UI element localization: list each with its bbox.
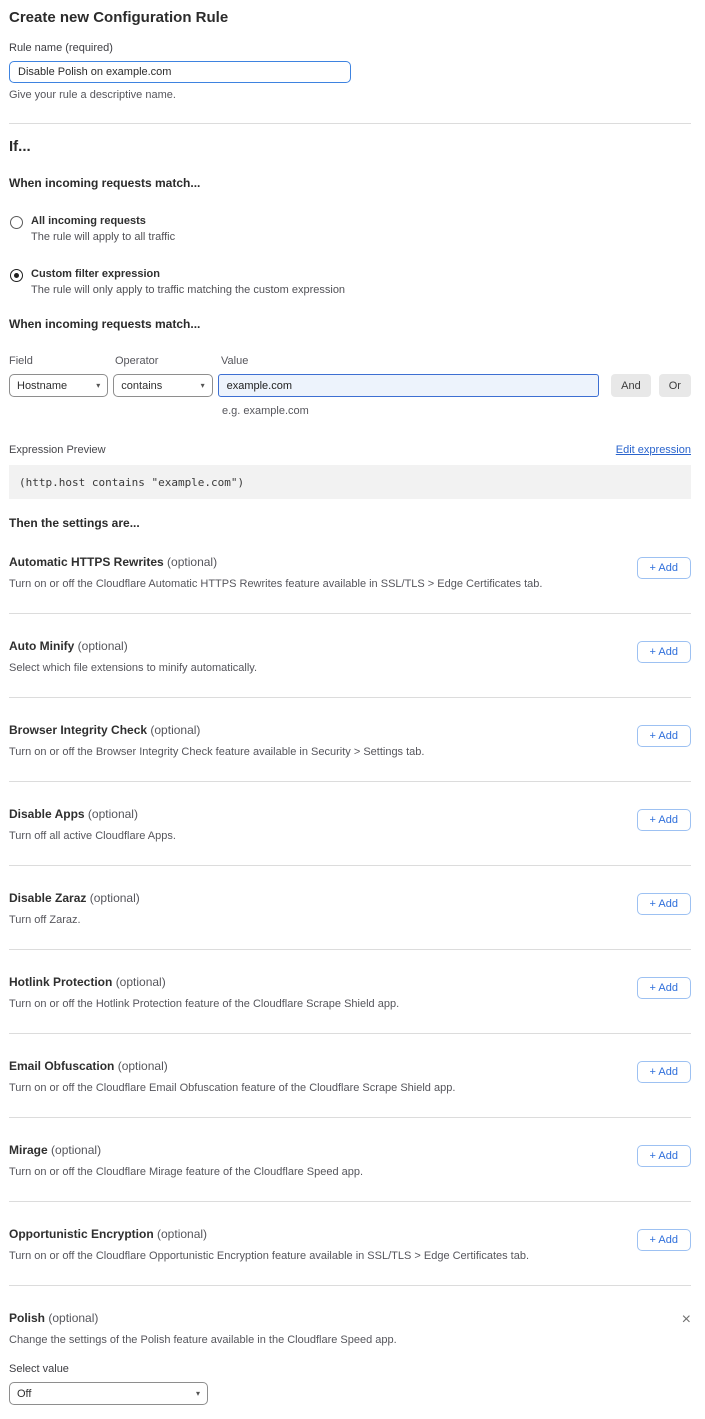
and-button[interactable]: And: [611, 374, 651, 397]
expression-preview-label: Expression Preview: [9, 444, 106, 456]
add-button[interactable]: + Add: [637, 893, 691, 915]
optional-suffix: (optional): [51, 1143, 101, 1157]
setting-row-browser-integrity-check: Browser Integrity Check (optional) Turn …: [9, 698, 691, 782]
then-settings-heading: Then the settings are...: [9, 516, 691, 530]
setting-row-disable-apps: Disable Apps (optional) Turn off all act…: [9, 782, 691, 866]
setting-description: Turn off all active Cloudflare Apps.: [9, 830, 176, 842]
rule-name-input[interactable]: [9, 61, 351, 83]
setting-row-email-obfuscation: Email Obfuscation (optional) Turn on or …: [9, 1034, 691, 1118]
setting-title: Automatic HTTPS Rewrites: [9, 555, 164, 569]
setting-row-auto-minify: Auto Minify (optional) Select which file…: [9, 614, 691, 698]
setting-description: Turn on or off the Browser Integrity Che…: [9, 746, 424, 758]
field-select[interactable]: Hostname ▾: [9, 374, 108, 397]
polish-value-select[interactable]: Off ▾: [9, 1382, 208, 1405]
select-value-label: Select value: [9, 1363, 682, 1375]
or-button[interactable]: Or: [659, 374, 691, 397]
chevron-down-icon: ▾: [201, 381, 205, 390]
rule-name-help: Give your rule a descriptive name.: [9, 89, 691, 101]
setting-row-opportunistic-encryption: Opportunistic Encryption (optional) Turn…: [9, 1202, 691, 1286]
operator-label: Operator: [115, 355, 221, 367]
value-input[interactable]: [218, 374, 600, 397]
setting-title: Hotlink Protection: [9, 975, 112, 989]
create-configuration-rule-page: Create new Configuration Rule Rule name …: [0, 0, 705, 1419]
setting-description: Select which file extensions to minify a…: [9, 662, 257, 674]
setting-row-hotlink-protection: Hotlink Protection (optional) Turn on or…: [9, 950, 691, 1034]
setting-title: Opportunistic Encryption: [9, 1227, 154, 1241]
setting-title: Disable Apps: [9, 807, 85, 821]
add-button[interactable]: + Add: [637, 1145, 691, 1167]
add-button[interactable]: + Add: [637, 1061, 691, 1083]
incoming-requests-subheading: When incoming requests match...: [9, 176, 691, 190]
field-select-value: Hostname: [17, 380, 67, 392]
setting-description: Turn on or off the Cloudflare Opportunis…: [9, 1250, 529, 1262]
add-button[interactable]: + Add: [637, 1229, 691, 1251]
radio-option-custom-filter-expression[interactable]: Custom filter expression The rule will o…: [9, 268, 691, 296]
add-button[interactable]: + Add: [637, 557, 691, 579]
optional-suffix: (optional): [167, 555, 217, 569]
setting-title: Browser Integrity Check: [9, 723, 147, 737]
setting-description: Turn on or off the Cloudflare Mirage fea…: [9, 1166, 363, 1178]
setting-row-automatic-https-rewrites: Automatic HTTPS Rewrites (optional) Turn…: [9, 530, 691, 614]
optional-suffix: (optional): [150, 723, 200, 737]
setting-title: Mirage: [9, 1143, 48, 1157]
radio-unselected-icon[interactable]: [10, 216, 23, 229]
close-icon[interactable]: ×: [682, 1313, 691, 1327]
radio-description: The rule will apply to all traffic: [31, 231, 175, 243]
expression-builder-heading: When incoming requests match...: [9, 317, 691, 331]
setting-title: Email Obfuscation: [9, 1059, 114, 1073]
optional-suffix: (optional): [78, 639, 128, 653]
radio-label: Custom filter expression: [31, 268, 345, 280]
chevron-down-icon: ▾: [196, 1389, 200, 1398]
operator-select[interactable]: contains ▾: [113, 374, 212, 397]
setting-title: Disable Zaraz: [9, 891, 86, 905]
rule-name-label: Rule name (required): [9, 42, 691, 54]
chevron-down-icon: ▾: [96, 381, 100, 390]
setting-description: Turn on or off the Hotlink Protection fe…: [9, 998, 399, 1010]
setting-description: Turn off Zaraz.: [9, 914, 140, 926]
setting-row-mirage: Mirage (optional) Turn on or off the Clo…: [9, 1118, 691, 1202]
expression-builder: Field Operator Value Hostname ▾ contains…: [9, 355, 691, 417]
operator-select-value: contains: [121, 380, 162, 392]
optional-suffix: (optional): [116, 975, 166, 989]
if-heading: If...: [9, 138, 691, 155]
polish-select-value: Off: [17, 1388, 31, 1400]
optional-suffix: (optional): [48, 1311, 98, 1325]
add-button[interactable]: + Add: [637, 809, 691, 831]
setting-row-polish: Polish (optional) Change the settings of…: [9, 1286, 691, 1405]
optional-suffix: (optional): [118, 1059, 168, 1073]
add-button[interactable]: + Add: [637, 641, 691, 663]
setting-title: Polish: [9, 1311, 45, 1325]
value-label: Value: [221, 355, 691, 367]
add-button[interactable]: + Add: [637, 725, 691, 747]
optional-suffix: (optional): [90, 891, 140, 905]
radio-description: The rule will only apply to traffic matc…: [31, 284, 345, 296]
setting-description: Turn on or off the Cloudflare Email Obfu…: [9, 1082, 455, 1094]
edit-expression-link[interactable]: Edit expression: [616, 444, 691, 456]
radio-selected-icon[interactable]: [10, 269, 23, 282]
rule-name-section: Rule name (required) Give your rule a de…: [9, 42, 691, 101]
optional-suffix: (optional): [157, 1227, 207, 1241]
add-button[interactable]: + Add: [637, 977, 691, 999]
value-help-text: e.g. example.com: [222, 405, 691, 417]
field-label: Field: [9, 355, 115, 367]
setting-description: Turn on or off the Cloudflare Automatic …: [9, 578, 542, 590]
setting-title: Auto Minify: [9, 639, 74, 653]
radio-label: All incoming requests: [31, 215, 175, 227]
radio-option-all-incoming-requests[interactable]: All incoming requests The rule will appl…: [9, 215, 691, 243]
setting-row-disable-zaraz: Disable Zaraz (optional) Turn off Zaraz.…: [9, 866, 691, 950]
setting-description: Change the settings of the Polish featur…: [9, 1334, 682, 1346]
expression-preview-code: (http.host contains "example.com"): [9, 465, 691, 499]
optional-suffix: (optional): [88, 807, 138, 821]
page-title: Create new Configuration Rule: [9, 9, 691, 26]
divider: [9, 123, 691, 124]
